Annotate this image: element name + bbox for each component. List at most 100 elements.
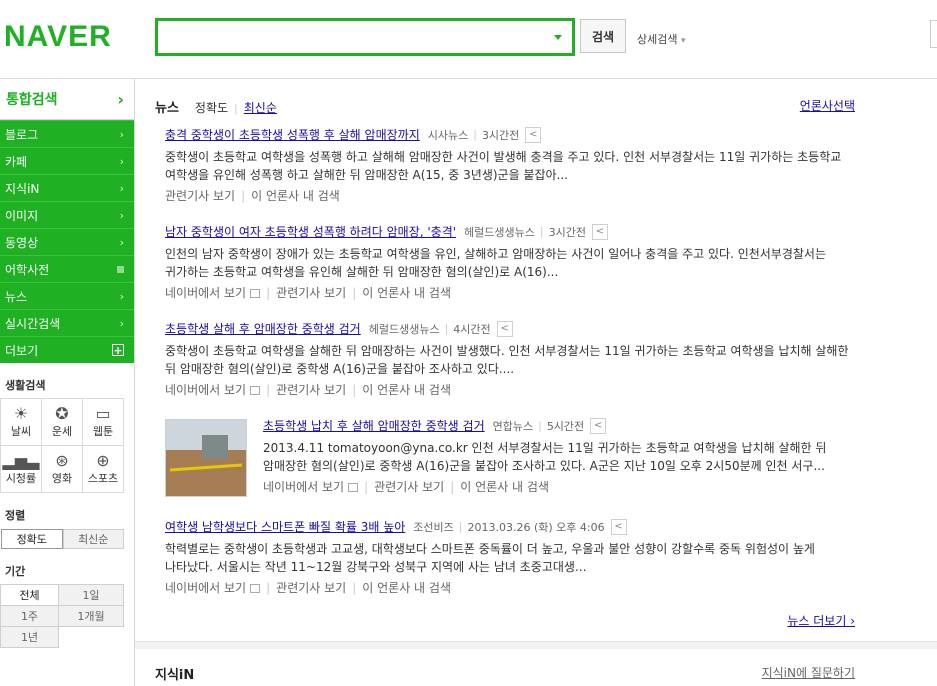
news-item-time: 4시간전 [453,322,491,336]
life-label: 날씨 [10,425,32,438]
life-movie[interactable]: ⊛ 영화 [41,445,83,493]
life-label: 영화 [51,472,73,485]
divider: | [352,383,357,397]
news-sort-latest[interactable]: 최신순 [244,99,277,116]
sort-accuracy-button[interactable]: 정확도 [1,529,63,549]
news-item-title[interactable]: 여학생 남학생보다 스마트폰 빠질 확률 3배 높아 [165,518,405,535]
press-search-link[interactable]: 이 언론사 내 검색 [362,383,451,397]
life-ratings[interactable]: ▂▅▃ 시청률 [0,445,42,493]
news-item-title[interactable]: 남자 중학생이 여자 초등학생 성폭행 하려다 암매장, '충격' [165,223,456,240]
sidebar-item-image[interactable]: 이미지 › [0,201,134,228]
chevron-right-icon: › [119,127,124,141]
related-articles-link[interactable]: 관련기사 보기 [165,189,235,203]
naver-logo[interactable]: NAVER [4,20,112,54]
news-item-title-row: 남자 중학생이 여자 초등학생 성폭행 하려다 암매장, '충격' 헤럴드생생뉴… [165,223,857,240]
news-item: 남자 중학생이 여자 초등학생 성폭행 하려다 암매장, '충격' 헤럴드생생뉴… [165,223,857,301]
related-articles-link[interactable]: 관련기사 보기 [276,581,346,595]
news-item-title[interactable]: 초등학생 납치 후 살해 암매장한 중학생 검거 [263,417,485,434]
naver-view-link[interactable]: 네이버에서 보기 [165,286,246,300]
news-item-source[interactable]: 헤럴드생생뉴스 [369,321,440,337]
sidebar-item-news[interactable]: 뉴스 › [0,282,134,309]
news-sort-accuracy[interactable]: 정확도 [195,99,228,116]
sidebar-item-label: 실시간검색 [5,316,61,331]
life-fortune[interactable]: ✪ 운세 [41,398,83,446]
sidebar-item-video[interactable]: 동영상 › [0,228,134,255]
external-window-icon [348,483,359,492]
sidebar-item-more[interactable]: 더보기 + [0,336,134,363]
sidebar-head-label: 통합검색 [6,92,58,108]
share-icon[interactable]: < [496,320,513,337]
sidebar-item-kin[interactable]: 지식iN › [0,174,134,201]
period-1week-button[interactable]: 1주 [0,605,59,627]
naver-view-link[interactable]: 네이버에서 보기 [165,581,246,595]
naver-view-link[interactable]: 네이버에서 보기 [165,383,246,397]
life-sports[interactable]: ⊕ 스포츠 [82,445,124,493]
news-item-title-row: 여학생 남학생보다 스마트폰 빠질 확률 3배 높아 조선비즈 | 2013.0… [165,518,857,535]
news-item-time: 5시간전 [546,419,585,433]
news-item-title[interactable]: 초등학생 살해 후 암매장한 중학생 검거 [165,320,361,337]
naver-view-link[interactable]: 네이버에서 보기 [263,480,344,494]
sidebar-head-integrated[interactable]: 통합검색 › [0,79,134,120]
bar-chart-icon: ▂▅▃ [2,451,40,470]
kin-ask-link[interactable]: 지식iN에 질문하기 [762,664,855,681]
life-label: 스포츠 [87,472,119,485]
press-search-link[interactable]: 이 언론사 내 검색 [460,480,549,494]
share-icon[interactable]: < [591,223,608,240]
period-1day-button[interactable]: 1일 [58,584,124,606]
news-thumbnail[interactable] [165,419,247,497]
divider: | [352,581,357,595]
press-search-link[interactable]: 이 언론사 내 검색 [362,581,451,595]
press-search-link[interactable]: 이 언론사 내 검색 [362,286,451,300]
news-item-source[interactable]: 헤럴드생생뉴스 [464,224,535,240]
search-box[interactable] [155,18,575,56]
related-articles-link[interactable]: 관련기사 보기 [276,383,346,397]
life-weather[interactable]: ☀ 날씨 [0,398,42,446]
life-label: 웹툰 [92,425,114,438]
news-item-source[interactable]: 연합뉴스 [493,418,533,434]
period-title: 기간 [5,565,26,578]
news-item-summary: 중학생이 초등학교 여학생을 성폭행 하고 살해해 암매장한 사건이 발생해 충… [165,150,842,182]
sort-latest-button[interactable]: 최신순 [62,529,124,549]
news-item-links: 관련기사 보기 | 이 언론사 내 검색 [165,187,857,204]
sidebar-item-blog[interactable]: 블로그 › [0,120,134,147]
share-icon[interactable]: < [610,518,627,535]
news-item-time: 3시간전 [481,128,520,142]
divider: | [539,225,544,238]
news-item: 충격 중학생이 초등학생 성폭행 후 살해 암매장까지 시사뉴스 | 3시간전 … [165,126,857,204]
period-1month-button[interactable]: 1개월 [58,605,124,627]
autocomplete-arrow-icon[interactable] [554,35,562,40]
main-content: 뉴스 정확도 | 최신순 언론사선택 충격 중학생이 초등학생 성폭행 후 살해… [135,79,937,686]
news-item-summary: 2013.4.11 tomatoyoon@yna.co.kr 인천 서부경찰서는… [263,441,827,473]
news-more-link[interactable]: 뉴스 더보기 › [787,612,855,629]
divider: | [352,286,357,300]
divider: | [364,480,369,494]
period-all-button[interactable]: 전체 [0,584,59,606]
press-search-link[interactable]: 이 언론사 내 검색 [251,189,340,203]
kin-section-title: 지식iN [155,668,195,683]
related-articles-link[interactable]: 관련기사 보기 [374,480,444,494]
news-item-source[interactable]: 조선비즈 [413,519,453,535]
share-icon[interactable]: < [590,417,607,434]
news-item-title-row: 초등학생 살해 후 암매장한 중학생 검거 헤럴드생생뉴스 | 4시간전 < [165,320,857,337]
sidebar-item-dictionary[interactable]: 어학사전 [0,255,134,282]
divider: | [458,520,463,533]
press-select-link[interactable]: 언론사선택 [800,97,855,114]
share-icon[interactable]: < [525,126,542,143]
news-item-title-row: 충격 중학생이 초등학생 성폭행 후 살해 암매장까지 시사뉴스 | 3시간전 … [165,126,857,143]
search-input[interactable] [164,21,548,53]
news-item-title[interactable]: 충격 중학생이 초등학생 성폭행 후 살해 암매장까지 [165,126,420,143]
film-reel-icon: ⊛ [55,451,69,470]
search-button[interactable]: 검색 [580,19,626,53]
sidebar-item-realtime[interactable]: 실시간검색 › [0,309,134,336]
period-options: 전체 1일 1주 1개월 1년 [0,584,124,648]
news-item-source[interactable]: 시사뉴스 [428,127,468,143]
period-1year-button[interactable]: 1년 [0,626,59,648]
related-articles-link[interactable]: 관련기사 보기 [276,286,346,300]
life-webtoon[interactable]: ▭ 웹툰 [82,398,124,446]
divider: | [234,102,238,115]
sidebar-item-cafe[interactable]: 카페 › [0,147,134,174]
detail-search-link[interactable]: 상세검색 ▾ [637,31,686,47]
news-item: 여학생 남학생보다 스마트폰 빠질 확률 3배 높아 조선비즈 | 2013.0… [165,518,857,596]
divider: | [538,419,542,432]
news-header: 뉴스 정확도 | 최신순 [155,97,855,116]
